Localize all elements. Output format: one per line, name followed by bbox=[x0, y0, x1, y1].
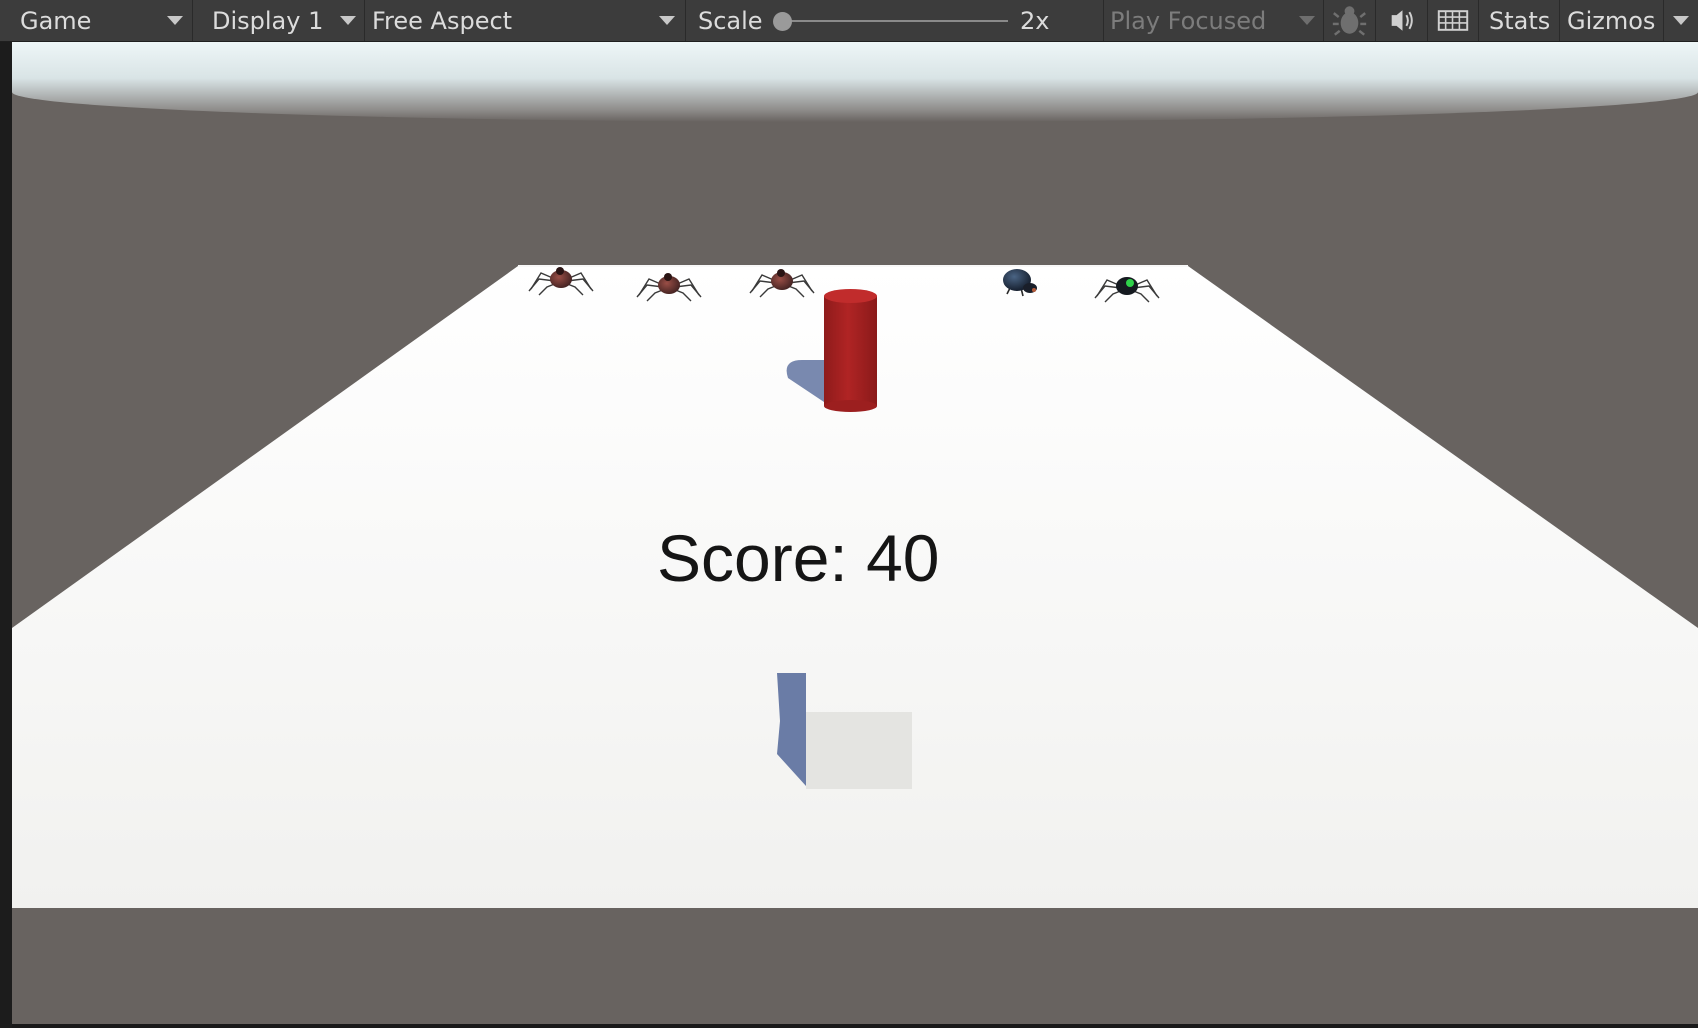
speaker-icon bbox=[1391, 10, 1413, 31]
gizmos-dropdown[interactable] bbox=[1664, 0, 1698, 41]
game-viewport[interactable]: Score: 40 bbox=[12, 42, 1698, 1024]
chevron-down-icon bbox=[1673, 16, 1689, 25]
view-type-dropdown[interactable]: Game bbox=[0, 0, 193, 41]
play-mode-label: Play Focused bbox=[1110, 6, 1267, 35]
scale-value: 2x bbox=[1020, 6, 1050, 35]
mute-audio-toggle[interactable] bbox=[1376, 0, 1428, 41]
bug-icon bbox=[1332, 6, 1367, 36]
player-cube bbox=[806, 712, 912, 789]
red-cylinder bbox=[824, 289, 877, 412]
stats-button[interactable]: Stats bbox=[1479, 0, 1560, 41]
gizmos-label: Gizmos bbox=[1567, 6, 1656, 35]
scale-label: Scale bbox=[698, 6, 763, 35]
aspect-dropdown[interactable]: Free Aspect bbox=[365, 0, 686, 41]
chevron-down-icon bbox=[659, 16, 675, 25]
shortcuts-toggle[interactable] bbox=[1428, 0, 1479, 41]
keyboard-icon bbox=[1437, 10, 1469, 31]
view-type-label: Game bbox=[20, 6, 92, 35]
display-label: Display 1 bbox=[212, 6, 324, 35]
aspect-label: Free Aspect bbox=[372, 6, 513, 35]
play-mode-dropdown[interactable]: Play Focused bbox=[1104, 0, 1324, 41]
display-dropdown[interactable]: Display 1 bbox=[193, 0, 365, 41]
scale-slider-track[interactable] bbox=[782, 20, 1008, 22]
gizmos-button[interactable]: Gizmos bbox=[1560, 0, 1664, 41]
chevron-down-icon bbox=[1299, 16, 1315, 25]
editor-left-strip bbox=[0, 42, 12, 1028]
chevron-down-icon bbox=[167, 16, 183, 25]
scale-slider-thumb[interactable] bbox=[773, 12, 792, 31]
chevron-down-icon bbox=[340, 16, 356, 25]
debug-toggle[interactable] bbox=[1324, 0, 1376, 41]
stats-label: Stats bbox=[1489, 6, 1551, 35]
game-view-toolbar: Game Display 1 Free Aspect Scale 2x Play… bbox=[0, 0, 1698, 42]
score-label: Score: 40 bbox=[657, 521, 940, 595]
